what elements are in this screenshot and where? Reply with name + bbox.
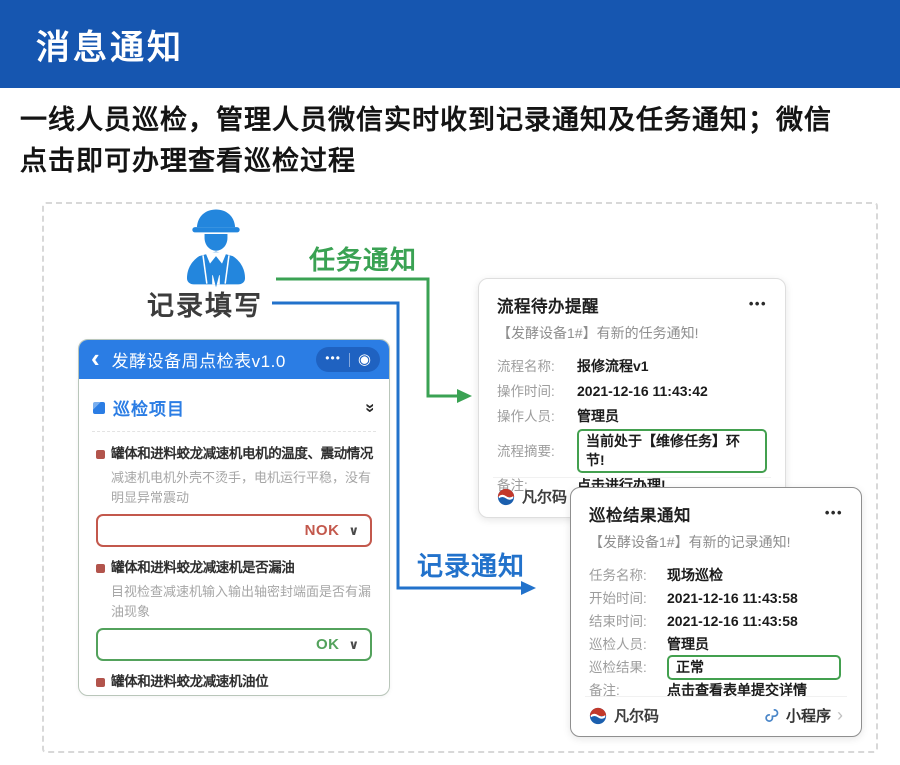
select-value: OK <box>316 636 340 653</box>
capsule-divider <box>349 353 350 367</box>
page-title: 消息通知 <box>36 20 184 69</box>
field-row: 巡检人员: 管理员 <box>589 635 843 654</box>
card-footer: 凡尔码 小程序 › <box>585 696 847 726</box>
chevron-down-icon: ∨ <box>348 523 359 539</box>
worker-icon <box>176 208 256 292</box>
chevron-right-icon: › <box>837 706 843 724</box>
field-row: 结束时间: 2021-12-16 11:43:58 <box>589 612 843 631</box>
field-value-highlighted: 正常 <box>667 655 841 680</box>
field-value: 报修流程v1 <box>577 357 649 376</box>
more-icon[interactable]: ••• <box>825 505 843 520</box>
actor-label: 记录填写 <box>147 284 263 323</box>
field-label: 开始时间: <box>589 590 667 608</box>
item-result-select[interactable]: NOK ∨ <box>96 514 372 547</box>
inspection-item: 罐体和进料蛟龙减速机是否漏油 目视检查减速机输入输出轴密封端面是否有漏油现象 O… <box>96 558 372 661</box>
card-fields: 任务名称: 现场巡检 开始时间: 2021-12-16 11:43:58 结束时… <box>571 552 861 700</box>
mini-program-link[interactable]: 小程序 › <box>765 705 843 726</box>
mini-program-label: 小程序 <box>786 705 831 726</box>
section-title: 巡检项目 <box>113 395 185 420</box>
section-icon <box>93 402 105 414</box>
field-label: 操作时间: <box>497 382 577 401</box>
item-bullet-icon <box>96 450 105 459</box>
phone-nav-bar: ‹ 发酵设备周点检表v1.0 ••• ◉ <box>79 340 389 379</box>
target-icon[interactable]: ◉ <box>358 352 371 367</box>
chevron-down-icon: ∨ <box>348 637 359 653</box>
card-fields: 流程名称: 报修流程v1 操作时间: 2021-12-16 11:43:42 操… <box>479 343 785 495</box>
app-branding: 凡尔码 <box>589 705 659 726</box>
field-row: 开始时间: 2021-12-16 11:43:58 <box>589 589 843 608</box>
task-arrow-label: 任务通知 <box>309 240 417 277</box>
field-value-highlighted: 当前处于【维修任务】环节! <box>577 429 767 473</box>
inspection-item: 罐体和进料蛟龙减速机油位 油位：在视窗内，油位在中高位置； <box>96 672 372 696</box>
field-label: 流程名称: <box>497 357 577 376</box>
item-description: 目视检查减速机输入输出轴密封端面是否有漏油现象 <box>111 582 372 621</box>
card-header: 流程待办提醒 ••• <box>479 279 785 317</box>
field-value: 管理员 <box>667 635 709 654</box>
card-title: 巡检结果通知 <box>589 502 691 526</box>
record-notification-card[interactable]: 巡检结果通知 ••• 【发酵设备1#】有新的记录通知! 任务名称: 现场巡检 开… <box>570 487 862 737</box>
item-title-row: 罐体和进料蛟龙减速机是否漏油 <box>96 558 372 578</box>
field-row: 操作人员: 管理员 <box>497 407 767 426</box>
field-label: 结束时间: <box>589 613 667 631</box>
field-value: 2021-12-16 11:43:58 <box>667 589 798 608</box>
mini-program-icon <box>765 708 780 723</box>
field-label: 巡检结果: <box>589 659 667 677</box>
app-name: 凡尔码 <box>522 486 567 507</box>
field-row: 流程摘要: 当前处于【维修任务】环节! <box>497 432 767 470</box>
field-value: 现场巡检 <box>667 566 723 585</box>
card-subtitle: 【发酵设备1#】有新的记录通知! <box>571 526 861 552</box>
item-title-row: 罐体和进料蛟龙减速机油位 <box>96 672 372 692</box>
app-branding: 凡尔码 <box>497 486 567 507</box>
chevron-double-down-icon[interactable]: » <box>360 403 380 412</box>
inspection-items: 罐体和进料蛟龙减速机电机的温度、震动情况 减速机电机外壳不烫手，电机运行平稳，没… <box>79 432 389 696</box>
record-arrow-label: 记录通知 <box>417 546 525 583</box>
item-title: 罐体和进料蛟龙减速机是否漏油 <box>111 558 294 578</box>
field-row: 巡检结果: 正常 <box>589 658 843 677</box>
field-label: 巡检人员: <box>589 636 667 654</box>
inspection-item: 罐体和进料蛟龙减速机电机的温度、震动情况 减速机电机外壳不烫手，电机运行平稳，没… <box>96 444 372 547</box>
item-result-select[interactable]: OK ∨ <box>96 628 372 661</box>
field-label: 任务名称: <box>589 567 667 585</box>
item-title: 罐体和进料蛟龙减速机油位 <box>111 672 268 692</box>
field-label: 操作人员: <box>497 407 577 426</box>
app-logo-icon <box>497 488 515 506</box>
field-row: 操作时间: 2021-12-16 11:43:42 <box>497 382 767 401</box>
app-name: 凡尔码 <box>614 705 659 726</box>
intro-text: 一线人员巡检，管理人员微信实时收到记录通知及任务通知；微信点击即可办理查看巡检过… <box>20 100 838 182</box>
item-description: 减速机电机外壳不烫手，电机运行平稳，没有明显异常震动 <box>111 468 372 507</box>
card-title: 流程待办提醒 <box>497 293 599 317</box>
item-title: 罐体和进料蛟龙减速机电机的温度、震动情况 <box>111 444 373 464</box>
task-notification-card[interactable]: 流程待办提醒 ••• 【发酵设备1#】有新的任务通知! 流程名称: 报修流程v1… <box>478 278 786 518</box>
field-row: 流程名称: 报修流程v1 <box>497 357 767 376</box>
field-value: 2021-12-16 11:43:42 <box>577 382 708 401</box>
field-value: 管理员 <box>577 407 619 426</box>
wechat-capsule: ••• ◉ <box>316 347 380 372</box>
item-bullet-icon <box>96 678 105 687</box>
inspection-form-phone: ‹ 发酵设备周点检表v1.0 ••• ◉ 巡检项目 » 罐体和进料蛟龙减速机电机… <box>78 339 390 696</box>
field-row: 任务名称: 现场巡检 <box>589 566 843 585</box>
page-banner: 消息通知 <box>0 0 900 88</box>
app-logo-icon <box>589 707 607 725</box>
field-label: 流程摘要: <box>497 442 577 461</box>
section-header[interactable]: 巡检项目 » <box>79 379 389 431</box>
more-icon[interactable]: ••• <box>325 352 341 364</box>
more-icon[interactable]: ••• <box>749 296 767 311</box>
select-value: NOK <box>305 522 340 539</box>
form-title: 发酵设备周点检表v1.0 <box>112 347 286 372</box>
back-icon[interactable]: ‹ <box>91 345 100 371</box>
card-subtitle: 【发酵设备1#】有新的任务通知! <box>479 317 785 343</box>
item-bullet-icon <box>96 564 105 573</box>
field-value: 2021-12-16 11:43:58 <box>667 612 798 631</box>
item-title-row: 罐体和进料蛟龙减速机电机的温度、震动情况 <box>96 444 372 464</box>
card-header: 巡检结果通知 ••• <box>571 488 861 526</box>
